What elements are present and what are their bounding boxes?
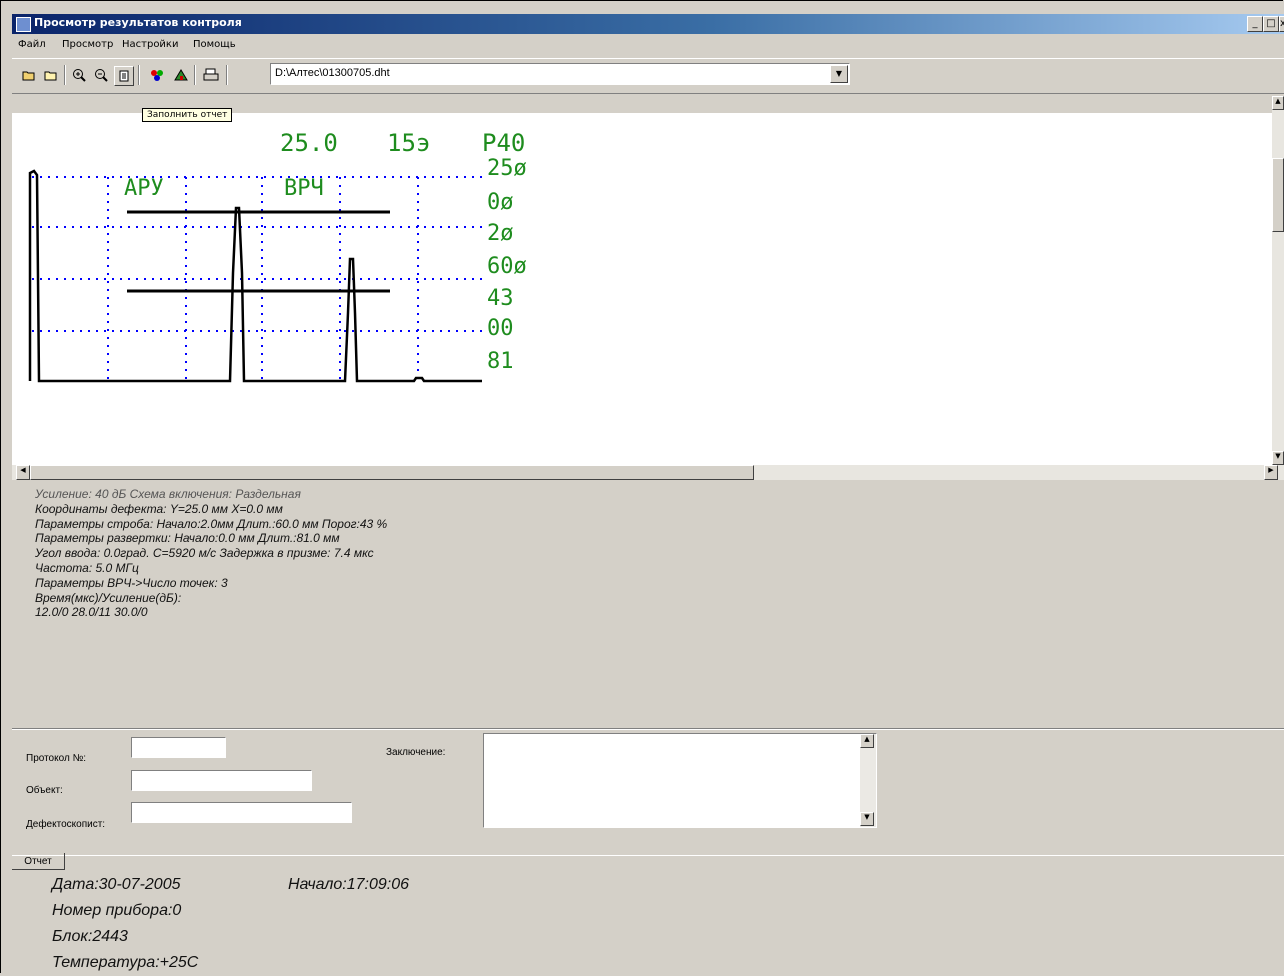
vertical-scroll-thumb[interactable] xyxy=(1272,158,1284,232)
print-icon[interactable] xyxy=(202,66,220,84)
app-icon xyxy=(16,17,31,32)
scan-depth: 25.0 xyxy=(280,129,338,157)
report-temperature: Температура:+25С xyxy=(52,954,199,971)
folder-icon[interactable] xyxy=(42,66,60,84)
report-panel: Дата:30-07-2005 Начало:17:09:06 Номер пр… xyxy=(52,872,409,976)
menu-view[interactable]: Просмотр xyxy=(62,39,113,50)
report-device: Номер прибора:0 xyxy=(52,902,182,919)
param-points: 12.0/0 28.0/11 30.0/0 xyxy=(35,605,148,620)
report-block: Блок:2443 xyxy=(52,928,128,945)
param-gain: Усиление: 40 дБ Схема включения: Раздель… xyxy=(35,487,301,501)
tooltip-fill-report: Заполнить отчет xyxy=(142,108,233,122)
maximize-button[interactable]: □ xyxy=(1263,16,1279,32)
open-folder-icon[interactable] xyxy=(20,66,38,84)
report-start-time: Начало:17:09:06 xyxy=(288,876,410,893)
close-button[interactable]: x xyxy=(1279,16,1284,32)
tab-report[interactable]: Отчет xyxy=(12,853,65,870)
menu-file[interactable]: Файл xyxy=(18,39,46,50)
param-sweep: Параметры развертки: Начало:0.0 мм Длит.… xyxy=(35,531,340,546)
zoom-out-icon[interactable] xyxy=(92,66,110,84)
toolbar: D:\Алтес\01300705.dht ▼ xyxy=(12,58,1284,94)
side-value: 81 xyxy=(487,349,514,374)
file-path-value: D:\Алтес\01300705.dht xyxy=(275,67,390,79)
color-icon[interactable] xyxy=(148,66,166,84)
scroll-down-icon[interactable]: ▼ xyxy=(860,812,874,826)
protocol-input[interactable] xyxy=(131,737,226,758)
title-bar: Просмотр результатов контроля _ □ x xyxy=(12,14,1284,34)
menu-bar: Файл Просмотр Настройки Помощь xyxy=(12,35,1284,55)
conclusion-scrollbar[interactable]: ▲ ▼ xyxy=(860,734,876,827)
object-label: Объект: xyxy=(26,785,63,796)
protocol-label: Протокол №: xyxy=(26,753,87,764)
report-date: Дата:30-07-2005 xyxy=(52,876,181,893)
side-value: 43 xyxy=(487,286,514,311)
menu-settings[interactable]: Настройки xyxy=(122,39,178,50)
inspector-input[interactable] xyxy=(131,802,352,823)
conclusion-label: Заключение: xyxy=(386,747,446,758)
side-value: 25ø xyxy=(487,156,527,181)
tab-strip xyxy=(12,855,1284,856)
signal-trace xyxy=(28,169,482,383)
side-value: 2ø xyxy=(487,221,514,246)
settings-icon[interactable] xyxy=(172,66,190,84)
window-title: Просмотр результатов контроля xyxy=(34,16,242,29)
a-scan-plot: 25.0 15э P40 АРУ ВРЧ 25ø 0ø 2ø 60ø 43 00… xyxy=(28,129,527,383)
scroll-up-icon[interactable]: ▲ xyxy=(860,734,874,748)
vrch-label: ВРЧ xyxy=(284,176,324,201)
param-defect: Координаты дефекта: Y=25.0 мм X=0.0 мм xyxy=(35,501,283,516)
scroll-down-icon[interactable]: ▼ xyxy=(1272,451,1284,465)
param-vrch: Параметры ВРЧ->Число точек: 3 xyxy=(35,575,228,590)
param-time-gain: Время(мкс)/Усиление(дБ): xyxy=(35,590,182,605)
vertical-scrollbar[interactable]: ▲ ▼ xyxy=(1272,96,1284,465)
param-angle: Угол ввода: 0.0град. С=5920 м/с Задержка… xyxy=(35,546,374,561)
zoom-in-icon[interactable] xyxy=(70,66,88,84)
side-value: 60ø xyxy=(487,254,527,279)
object-input[interactable] xyxy=(131,770,312,791)
conclusion-textarea[interactable]: ▲ ▼ xyxy=(483,733,877,828)
scan-mode: P40 xyxy=(482,129,525,157)
side-value: 00 xyxy=(487,316,514,341)
side-value: 0ø xyxy=(487,190,514,215)
scan-time: 15э xyxy=(387,129,430,157)
horizontal-scroll-thumb[interactable] xyxy=(30,465,754,480)
aru-label: АРУ xyxy=(124,176,164,201)
param-strobe: Параметры строба: Начало:2.0мм Длит.:60.… xyxy=(35,516,388,531)
form-separator xyxy=(12,728,1284,730)
a-scan-view: 25.0 15э P40 АРУ ВРЧ 25ø 0ø 2ø 60ø 43 00… xyxy=(12,113,1272,465)
scroll-left-icon[interactable]: ◀ xyxy=(16,465,30,480)
horizontal-scrollbar[interactable]: ◀ ▶ xyxy=(12,465,1284,480)
param-frequency: Частота: 5.0 МГц xyxy=(35,560,139,575)
inspector-label: Дефектоскопист: xyxy=(26,819,106,830)
scroll-right-icon[interactable]: ▶ xyxy=(1264,465,1278,480)
chevron-down-icon[interactable]: ▼ xyxy=(830,65,848,83)
parameters-panel: Усиление: 40 дБ Схема включения: Раздель… xyxy=(35,487,387,620)
menu-help[interactable]: Помощь xyxy=(193,39,236,50)
scroll-up-icon[interactable]: ▲ xyxy=(1272,96,1284,110)
file-path-combo[interactable]: D:\Алтес\01300705.dht ▼ xyxy=(270,63,850,85)
minimize-button[interactable]: _ xyxy=(1247,16,1263,32)
report-icon[interactable] xyxy=(114,66,134,86)
